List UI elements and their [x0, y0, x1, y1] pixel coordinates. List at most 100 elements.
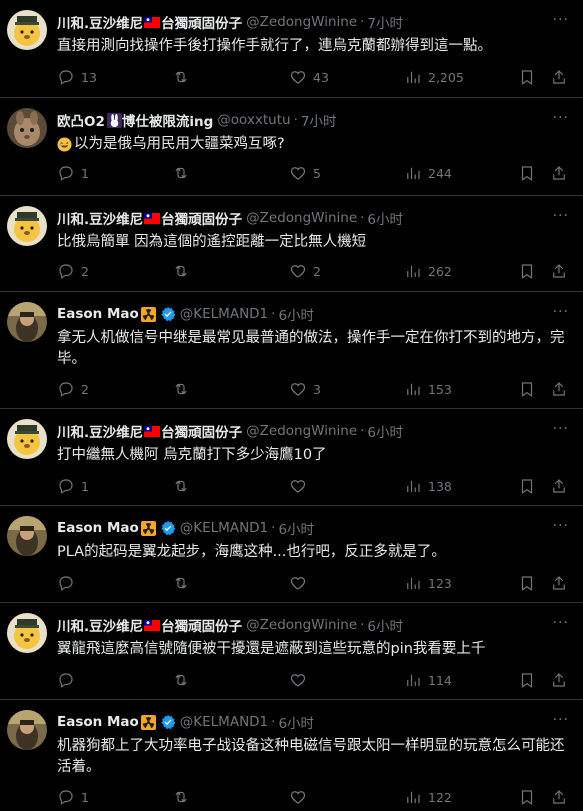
- tweet[interactable]: 川和.豆沙维尼 台獨頑固份子 @ZedongWinine · 7小时 ··· 直…: [0, 0, 583, 98]
- share-button[interactable]: [550, 477, 568, 495]
- reply-button[interactable]: [57, 671, 81, 689]
- retweet-button[interactable]: [172, 164, 196, 182]
- user-handle[interactable]: @ZedongWinine: [246, 210, 357, 226]
- more-options-icon[interactable]: ···: [553, 518, 569, 534]
- timestamp[interactable]: 6小时: [367, 208, 403, 228]
- verified-badge-icon: [161, 521, 176, 536]
- user-handle[interactable]: @ZedongWinine: [246, 14, 357, 30]
- reply-button[interactable]: 2: [57, 380, 89, 398]
- user-handle[interactable]: @ZedongWinine: [246, 423, 357, 439]
- tweet[interactable]: Eason Mao @KELMAND1 · 6小时 ··· 拿无人机做信号中继是…: [0, 292, 583, 409]
- display-name[interactable]: 川和.豆沙维尼: [57, 208, 143, 228]
- timestamp[interactable]: 6小时: [278, 304, 314, 324]
- more-options-icon[interactable]: ···: [553, 712, 569, 728]
- separator-dot: ·: [271, 714, 276, 730]
- share-button[interactable]: [550, 788, 568, 806]
- user-handle[interactable]: @KELMAND1: [180, 306, 268, 322]
- timestamp[interactable]: 6小时: [367, 615, 403, 635]
- display-name[interactable]: Eason Mao: [57, 520, 139, 536]
- timestamp[interactable]: 6小时: [278, 518, 314, 538]
- timestamp[interactable]: 6小时: [367, 421, 403, 441]
- share-button[interactable]: [550, 671, 568, 689]
- user-handle[interactable]: @ooxxtutu: [217, 112, 290, 128]
- like-button[interactable]: 2: [289, 262, 321, 280]
- avatar[interactable]: [7, 206, 47, 246]
- retweet-button[interactable]: [172, 788, 196, 806]
- like-button[interactable]: [289, 788, 313, 806]
- avatar[interactable]: [7, 302, 47, 342]
- views-button[interactable]: 138: [404, 477, 452, 495]
- views-button[interactable]: 123: [404, 574, 452, 592]
- share-button[interactable]: [550, 262, 568, 280]
- display-name[interactable]: 欧凸O2: [57, 110, 105, 130]
- reply-button[interactable]: 1: [57, 788, 89, 806]
- retweet-button[interactable]: [172, 671, 196, 689]
- views-button[interactable]: 262: [404, 262, 452, 280]
- tweet[interactable]: 川和.豆沙维尼 台獨頑固份子 @ZedongWinine · 6小时 ··· 打…: [0, 409, 583, 506]
- reply-button[interactable]: 1: [57, 164, 89, 182]
- retweet-icon: [175, 265, 187, 277]
- more-options-icon[interactable]: ···: [553, 208, 569, 224]
- like-button[interactable]: 3: [289, 380, 321, 398]
- display-name[interactable]: 川和.豆沙维尼: [57, 615, 143, 635]
- retweet-button[interactable]: [172, 262, 196, 280]
- more-options-icon[interactable]: ···: [553, 615, 569, 631]
- like-button[interactable]: [289, 477, 313, 495]
- tweet[interactable]: 川和.豆沙维尼 台獨頑固份子 @ZedongWinine · 6小时 ··· 比…: [0, 196, 583, 292]
- tweet[interactable]: 川和.豆沙维尼 台獨頑固份子 @ZedongWinine · 6小时 ··· 翼…: [0, 603, 583, 700]
- more-options-icon[interactable]: ···: [553, 110, 569, 126]
- timestamp[interactable]: 7小时: [301, 110, 337, 130]
- timestamp[interactable]: 6小时: [278, 712, 314, 732]
- retweet-button[interactable]: [172, 68, 196, 86]
- views-button[interactable]: 244: [404, 164, 452, 182]
- avatar[interactable]: [7, 516, 47, 556]
- bookmark-button[interactable]: [518, 262, 536, 280]
- like-button[interactable]: 5: [289, 164, 321, 182]
- tweet[interactable]: Eason Mao @KELMAND1 · 6小时 ··· PLA的起码是翼龙起…: [0, 506, 583, 603]
- avatar[interactable]: [7, 108, 47, 148]
- bookmark-button[interactable]: [518, 68, 536, 86]
- avatar[interactable]: [7, 613, 47, 653]
- more-options-icon[interactable]: ···: [553, 421, 569, 437]
- display-name[interactable]: Eason Mao: [57, 714, 139, 730]
- tweet[interactable]: Eason Mao @KELMAND1 · 6小时 ··· 机器狗都上了大功率电…: [0, 700, 583, 811]
- views-button[interactable]: 114: [404, 671, 452, 689]
- views-button[interactable]: 2,205: [404, 68, 464, 86]
- avatar[interactable]: [7, 10, 47, 50]
- display-name[interactable]: 川和.豆沙维尼: [57, 12, 143, 32]
- reply-button[interactable]: 1: [57, 477, 89, 495]
- user-handle[interactable]: @KELMAND1: [180, 714, 268, 730]
- display-name[interactable]: 川和.豆沙维尼: [57, 421, 143, 441]
- bookmark-button[interactable]: [518, 788, 536, 806]
- timestamp[interactable]: 7小时: [367, 12, 403, 32]
- like-button[interactable]: [289, 671, 313, 689]
- retweet-button[interactable]: [172, 574, 196, 592]
- retweet-button[interactable]: [172, 380, 196, 398]
- avatar[interactable]: [7, 419, 47, 459]
- user-handle[interactable]: @KELMAND1: [180, 520, 268, 536]
- avatar[interactable]: [7, 710, 47, 750]
- views-button[interactable]: 153: [404, 380, 452, 398]
- reply-button[interactable]: 2: [57, 262, 89, 280]
- like-button[interactable]: [289, 574, 313, 592]
- retweet-button[interactable]: [172, 477, 196, 495]
- more-options-icon[interactable]: ···: [553, 304, 569, 320]
- tweet-actions: 13 43 2,205: [57, 68, 577, 88]
- reply-button[interactable]: 13: [57, 68, 97, 86]
- share-button[interactable]: [550, 574, 568, 592]
- share-button[interactable]: [550, 164, 568, 182]
- bookmark-button[interactable]: [518, 671, 536, 689]
- user-handle[interactable]: @ZedongWinine: [246, 617, 357, 633]
- views-button[interactable]: 122: [404, 788, 452, 806]
- share-button[interactable]: [550, 68, 568, 86]
- bookmark-button[interactable]: [518, 164, 536, 182]
- reply-button[interactable]: [57, 574, 81, 592]
- more-options-icon[interactable]: ···: [553, 12, 569, 28]
- bookmark-button[interactable]: [518, 380, 536, 398]
- display-name[interactable]: Eason Mao: [57, 306, 139, 322]
- bookmark-button[interactable]: [518, 574, 536, 592]
- tweet[interactable]: 欧凸O2 博仕被限流ing @ooxxtutu · 7小时 ··· 以为是俄乌用…: [0, 98, 583, 196]
- share-button[interactable]: [550, 380, 568, 398]
- bookmark-button[interactable]: [518, 477, 536, 495]
- like-button[interactable]: 43: [289, 68, 329, 86]
